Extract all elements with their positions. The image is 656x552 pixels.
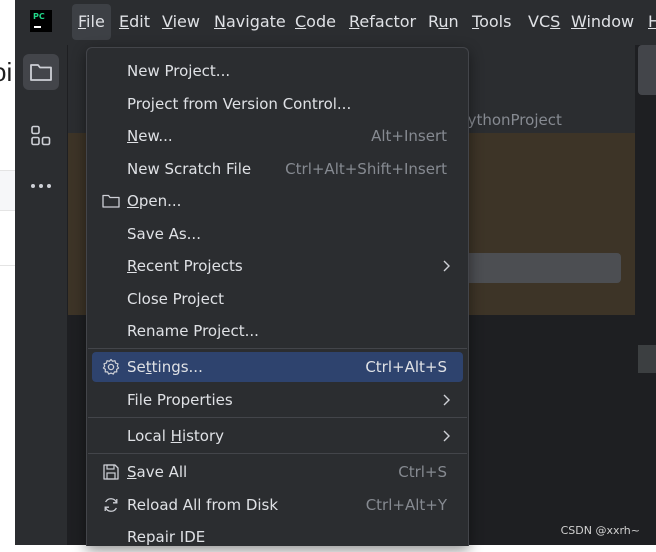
menu-item-new[interactable]: New... Alt+Insert xyxy=(92,121,463,151)
more-horizontal-icon xyxy=(31,184,51,188)
divider xyxy=(0,265,15,266)
menu-item-settings[interactable]: Settings... Ctrl+Alt+S xyxy=(92,352,463,382)
menu-item-save-all[interactable]: Save All Ctrl+S xyxy=(92,457,463,487)
menu-view[interactable]: View xyxy=(162,12,200,32)
menu-code[interactable]: Code xyxy=(295,12,336,32)
shortcut-label: Ctrl+S xyxy=(398,463,447,481)
menu-item-new-project[interactable]: New Project... xyxy=(92,56,463,86)
browser-heading-fragment: oi xyxy=(0,57,13,87)
menu-item-recent-projects[interactable]: Recent Projects xyxy=(92,251,463,281)
right-tool-tab[interactable] xyxy=(638,45,656,95)
browser-row-shade xyxy=(0,170,15,210)
shortcut-label: Ctrl+Alt+S xyxy=(365,358,447,376)
divider xyxy=(0,210,15,211)
menu-edit[interactable]: Edit xyxy=(119,12,150,32)
menu-vcs[interactable]: VCS xyxy=(528,12,560,32)
more-tools-button[interactable] xyxy=(23,168,59,204)
menu-item-rename-project[interactable]: Rename Project... xyxy=(92,316,463,346)
menu-refactor[interactable]: Refactor xyxy=(349,12,416,32)
project-field[interactable] xyxy=(453,253,621,283)
shortcut-label: Ctrl+Alt+Shift+Insert xyxy=(285,160,447,178)
menu-item-repair-ide[interactable]: Repair IDE xyxy=(92,522,463,552)
project-path-text: \pythonProject xyxy=(453,111,562,129)
menu-separator xyxy=(88,453,467,454)
menu-help[interactable]: H xyxy=(648,12,656,32)
menu-item-save-as[interactable]: Save As... xyxy=(92,219,463,249)
reload-icon xyxy=(104,498,118,512)
chevron-right-icon xyxy=(443,260,450,272)
menu-item-close-project[interactable]: Close Project xyxy=(92,284,463,314)
ide-window: PC File Edit View Navigate Code Refactor… xyxy=(15,0,656,546)
menu-item-project-from-vcs[interactable]: Project from Version Control... xyxy=(92,89,463,119)
watermark: CSDN @xxrh~ xyxy=(560,524,640,537)
chevron-right-icon xyxy=(443,394,450,406)
shortcut-label: Ctrl+Alt+Y xyxy=(365,496,447,514)
menu-navigate[interactable]: Navigate xyxy=(214,12,286,32)
menu-item-open[interactable]: Open... xyxy=(92,186,463,216)
panel-divider xyxy=(635,45,638,545)
main-menubar: PC File Edit View Navigate Code Refactor… xyxy=(15,0,656,45)
menu-file[interactable]: File xyxy=(72,4,111,40)
menu-item-file-properties[interactable]: File Properties xyxy=(92,385,463,415)
project-tool-button[interactable] xyxy=(23,54,59,90)
save-icon xyxy=(103,464,119,480)
shortcut-label: Alt+Insert xyxy=(371,127,447,145)
structure-icon xyxy=(31,125,51,146)
folder-icon xyxy=(30,64,52,81)
divider xyxy=(0,170,15,171)
pycharm-logo-icon[interactable]: PC xyxy=(30,10,52,32)
gear-icon xyxy=(102,358,120,375)
menu-item-reload-all[interactable]: Reload All from Disk Ctrl+Alt+Y xyxy=(92,490,463,520)
structure-tool-button[interactable] xyxy=(23,118,59,154)
browser-remnant: oi xyxy=(0,0,15,545)
menu-tools[interactable]: Tools xyxy=(472,12,511,32)
right-scroll-element[interactable] xyxy=(638,345,656,373)
menu-window[interactable]: Window xyxy=(571,12,634,32)
file-menu-dropdown: New Project... Project from Version Cont… xyxy=(86,47,469,546)
folder-icon xyxy=(102,194,120,208)
menu-item-new-scratch-file[interactable]: New Scratch File Ctrl+Alt+Shift+Insert xyxy=(92,154,463,184)
menu-separator xyxy=(88,417,467,418)
chevron-right-icon xyxy=(443,430,450,442)
menu-run[interactable]: Run xyxy=(428,12,459,32)
tool-window-stripe xyxy=(15,45,68,545)
menu-item-local-history[interactable]: Local History xyxy=(92,421,463,451)
menu-separator xyxy=(88,348,467,349)
